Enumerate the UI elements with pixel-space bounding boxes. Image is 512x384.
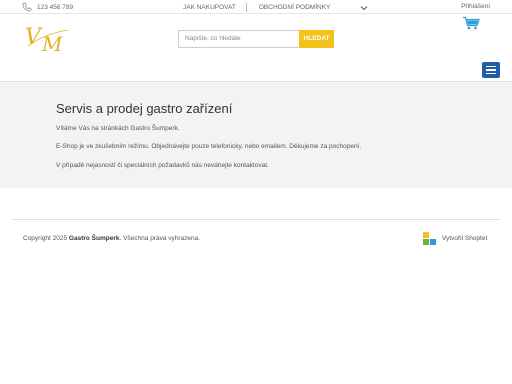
menu-button[interactable] (482, 62, 500, 78)
nav-link-jak-nakupovat[interactable]: JAK NAKUPOVAT (183, 4, 236, 11)
top-bar: 123 456 789 JAK NAKUPOVAT OBCHODNÍ PODMÍ… (0, 0, 512, 14)
header: V M Napište, co hledáte HLEDAT (0, 14, 512, 82)
nav-link-obchodni-podminky[interactable]: OBCHODNÍ PODMÍNKY (259, 4, 331, 11)
cart-icon[interactable] (462, 16, 480, 30)
svg-text:V: V (25, 25, 43, 50)
copyright-prefix: Copyright 2025 (23, 235, 68, 242)
eshop-notice-text: E-Shop je ve zkušebním režimu. Objednáve… (56, 143, 362, 150)
welcome-text: Vítáme Vás na stránkách Gastro Šumperk. (56, 125, 180, 132)
search-form: Napište, co hledáte HLEDAT (178, 30, 334, 48)
search-input[interactable]: Napište, co hledáte (178, 30, 299, 48)
svg-text:M: M (41, 32, 63, 54)
phone-link[interactable]: 123 456 789 (22, 2, 73, 12)
main-content: Servis a prodej gastro zařízení Vítáme V… (0, 82, 512, 188)
copyright: Copyright 2025 Gastro Šumperk. Všechna p… (23, 235, 200, 242)
menu-line (486, 72, 496, 75)
menu-line (486, 69, 496, 71)
shoptet-credit-text: Vytvořil Shoptet (442, 235, 488, 242)
copyright-suffix: . Všechna práva vyhrazena. (119, 235, 201, 242)
phone-icon (22, 2, 32, 12)
shoptet-logo-icon (423, 232, 436, 245)
footer-divider (12, 219, 500, 220)
top-navigation: JAK NAKUPOVAT OBCHODNÍ PODMÍNKY (183, 3, 368, 12)
login-link[interactable]: Přihlášení (461, 3, 490, 10)
menu-line (486, 65, 496, 68)
page-title: Servis a prodej gastro zařízení (56, 101, 233, 116)
copyright-brand: Gastro Šumperk (68, 235, 120, 242)
phone-number: 123 456 789 (37, 3, 74, 11)
chevron-down-icon[interactable] (360, 4, 368, 12)
shoptet-credit[interactable]: Vytvořil Shoptet (423, 232, 487, 245)
search-button[interactable]: HLEDAT (299, 30, 334, 48)
contact-text: V případě nejasností či speciálních poža… (56, 162, 269, 169)
site-logo[interactable]: V M (24, 24, 72, 54)
nav-separator (245, 3, 247, 12)
